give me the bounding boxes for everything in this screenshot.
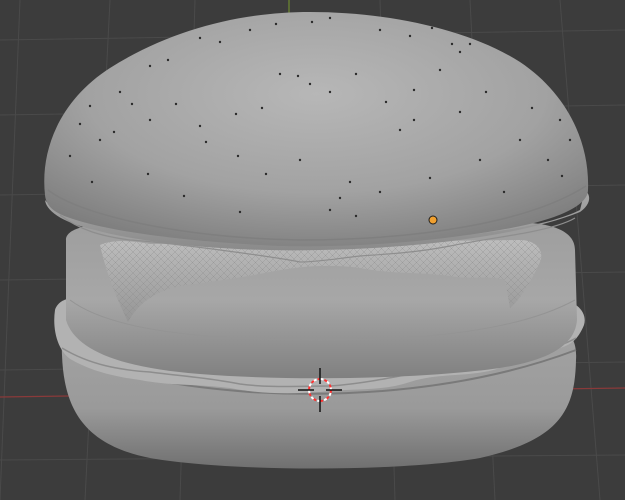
viewport-canvas[interactable] <box>0 0 625 500</box>
object-origin-dot[interactable] <box>428 215 438 225</box>
3d-viewport[interactable] <box>0 0 625 500</box>
top-bun[interactable] <box>44 12 589 247</box>
